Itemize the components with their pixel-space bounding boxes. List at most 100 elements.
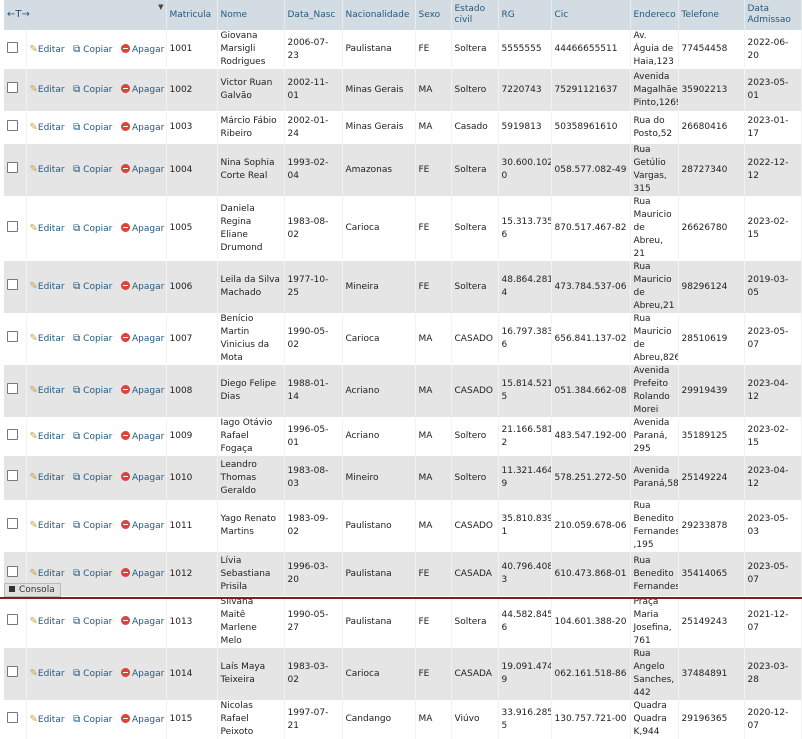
- copy-link[interactable]: ⧉ Copiar: [73, 385, 113, 396]
- delete-link[interactable]: Apagar: [120, 520, 164, 531]
- copy-link[interactable]: ⧉ Copiar: [73, 616, 112, 627]
- delete-link[interactable]: Apagar: [120, 281, 164, 292]
- copy-link[interactable]: ⧉ Copiar: [73, 44, 112, 55]
- cell-cic: 44466655511: [551, 30, 631, 69]
- copy-icon: ⧉: [73, 164, 81, 175]
- copy-link[interactable]: ⧉ Copiar: [73, 520, 112, 531]
- col-rg[interactable]: RG: [498, 0, 552, 30]
- delete-link[interactable]: Apagar: [120, 43, 164, 55]
- column-arrows[interactable]: ←T→: [7, 9, 30, 20]
- copy-link[interactable]: ⧉ Copiar: [73, 568, 112, 579]
- copy-link[interactable]: ⧉ Copiar: [73, 668, 112, 679]
- row-checkbox[interactable]: [7, 331, 18, 342]
- edit-link[interactable]: ✎Editar: [30, 84, 65, 95]
- column-arrows-header[interactable]: ←T→ ▼: [4, 0, 167, 30]
- edit-link[interactable]: ✎Editar: [30, 385, 65, 396]
- copy-link[interactable]: ⧉ Copiar: [73, 714, 112, 725]
- cell-data-nasc: 1983-03-02: [284, 648, 343, 700]
- delete-link[interactable]: Apagar: [120, 222, 164, 234]
- cell-endereco: Quadra Quadra K,944: [630, 700, 679, 739]
- row-checkbox[interactable]: [7, 566, 18, 577]
- edit-link[interactable]: ✎Editar: [30, 616, 65, 627]
- delete-link[interactable]: Apagar: [120, 713, 164, 725]
- copy-link[interactable]: ⧉ Copiar: [73, 164, 112, 175]
- row-checkbox[interactable]: [7, 82, 18, 93]
- delete-link[interactable]: Apagar: [120, 121, 164, 133]
- delete-link[interactable]: Apagar: [120, 333, 164, 344]
- col-sexo[interactable]: Sexo: [415, 0, 452, 30]
- col-data-admissao[interactable]: Data Admissao: [744, 0, 802, 30]
- edit-link[interactable]: ✎Editar: [30, 714, 65, 725]
- sort-dropdown-icon[interactable]: ▼: [158, 2, 163, 13]
- row-checkbox[interactable]: [7, 41, 18, 53]
- delete-link[interactable]: Apagar: [120, 472, 164, 483]
- cell-nome: Iago Otávio Rafael Fogaça: [217, 417, 285, 456]
- delete-link[interactable]: Apagar: [120, 84, 164, 95]
- cell-nacionalidade: Paulistana: [342, 552, 416, 596]
- delete-label: Apagar: [131, 431, 165, 442]
- copy-label: Copiar: [83, 386, 113, 396]
- pencil-icon: ✎: [29, 333, 38, 344]
- delete-link[interactable]: Apagar: [120, 568, 164, 579]
- edit-label: Editar: [37, 521, 65, 531]
- table-row: ✎Editar ⧉ Copiar Apagar 1008 Diego Felipe …: [4, 365, 802, 417]
- row-checkbox[interactable]: [7, 711, 18, 723]
- col-matricula[interactable]: Matricula: [166, 0, 218, 30]
- col-estado-civil[interactable]: Estado civil: [451, 0, 499, 30]
- row-actions: ✎Editar ⧉ Copiar Apagar: [26, 456, 167, 500]
- results-table: ←T→ ▼ Matricula Nome Data_Nasc Nacionali…: [4, 0, 802, 739]
- row-checkbox[interactable]: [7, 119, 18, 131]
- col-nacionalidade[interactable]: Nacionalidade: [342, 0, 416, 30]
- edit-link[interactable]: ✎Editar: [30, 520, 65, 531]
- edit-link[interactable]: ✎Editar: [30, 164, 65, 175]
- cell-matricula: 1005: [166, 196, 218, 261]
- cell-matricula: 1007: [166, 313, 218, 365]
- edit-link[interactable]: ✎Editar: [30, 668, 65, 679]
- row-select-cell: [4, 196, 27, 261]
- copy-link[interactable]: ⧉ Copiar: [73, 84, 112, 95]
- table-row: ✎Editar ⧉ Copiar Apagar 1004 Nina Sophia C…: [4, 144, 802, 196]
- cell-data-admissao: 2023-05-03: [744, 500, 802, 552]
- col-telefone[interactable]: Telefone: [678, 0, 745, 30]
- cell-data-nasc: 1990-05-02: [284, 313, 343, 365]
- col-endereco[interactable]: Endereco: [630, 0, 679, 30]
- row-checkbox[interactable]: [7, 220, 18, 232]
- delete-link[interactable]: Apagar: [120, 164, 164, 175]
- cell-data-nasc: 1996-03-20: [284, 552, 343, 596]
- copy-link[interactable]: ⧉ Copiar: [73, 472, 112, 483]
- col-nome[interactable]: Nome: [217, 0, 285, 30]
- col-cic[interactable]: Cic: [551, 0, 631, 30]
- edit-link[interactable]: ✎Editar: [30, 431, 65, 442]
- copy-link[interactable]: ⧉ Copiar: [73, 333, 112, 344]
- delete-link[interactable]: Apagar: [120, 668, 164, 679]
- edit-link[interactable]: ✎Editar: [29, 333, 65, 344]
- edit-link[interactable]: ✎Editar: [30, 281, 65, 292]
- edit-link[interactable]: ✎Editar: [30, 223, 65, 234]
- row-checkbox[interactable]: [7, 614, 18, 625]
- copy-link[interactable]: ⧉ Copiar: [73, 281, 112, 292]
- cell-rg: 7220743: [498, 69, 552, 111]
- row-checkbox[interactable]: [7, 162, 18, 173]
- col-data-nasc[interactable]: Data_Nasc: [284, 0, 343, 30]
- row-checkbox[interactable]: [7, 518, 18, 529]
- edit-link[interactable]: ✎Editar: [30, 122, 65, 133]
- row-checkbox[interactable]: [7, 666, 18, 677]
- row-checkbox[interactable]: [7, 279, 18, 290]
- copy-link[interactable]: ⧉ Copiar: [73, 122, 112, 133]
- row-checkbox[interactable]: [7, 470, 18, 481]
- delete-link[interactable]: Apagar: [120, 430, 165, 442]
- row-checkbox[interactable]: [7, 428, 18, 440]
- edit-link[interactable]: ✎Editar: [30, 568, 65, 579]
- copy-link[interactable]: ⧉ Copiar: [73, 431, 112, 442]
- row-actions: ✎Editar ⧉ Copiar Apagar: [26, 261, 167, 313]
- copy-icon: ⧉: [73, 84, 81, 95]
- copy-link[interactable]: ⧉ Copiar: [73, 223, 113, 234]
- edit-link[interactable]: ✎Editar: [30, 472, 65, 483]
- row-checkbox[interactable]: [7, 383, 18, 394]
- copy-label: Copiar: [83, 223, 113, 234]
- console-button[interactable]: Consola: [4, 583, 61, 597]
- edit-link[interactable]: ✎Editar: [30, 44, 65, 55]
- row-select-cell: [4, 596, 27, 648]
- delete-link[interactable]: Apagar: [120, 616, 164, 627]
- delete-link[interactable]: Apagar: [120, 385, 164, 396]
